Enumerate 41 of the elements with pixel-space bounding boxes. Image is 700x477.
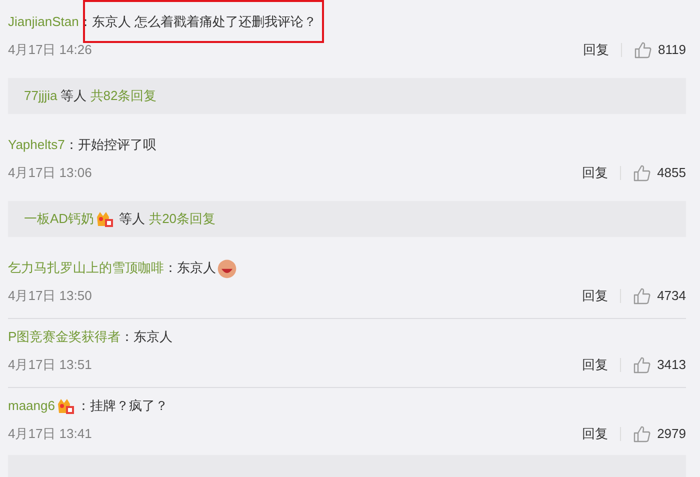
username-link[interactable]: Yaphelts7 (8, 135, 65, 155)
colon: ： (120, 328, 134, 346)
comment-text: 开始控评了呗 (78, 136, 156, 154)
username-link[interactable]: 77jjjia (24, 86, 58, 106)
like-count: 2979 (657, 425, 686, 444)
comment-time: 4月17日 14:26 (8, 41, 92, 60)
colon: ： (164, 259, 177, 278)
reply-link[interactable]: 回复 (582, 424, 608, 444)
username-link[interactable]: 一板AD钙奶 (24, 209, 94, 229)
like-icon[interactable] (633, 425, 652, 443)
comment-time: 4月17日 13:41 (8, 425, 92, 444)
username-link[interactable]: maang6 (8, 396, 55, 416)
colon: ： (64, 136, 78, 154)
reply-count-link[interactable]: 共20条回复 (149, 209, 216, 229)
username-link[interactable]: P图竞赛金奖获得者 (8, 327, 121, 347)
comment-time: 4月17日 13:51 (8, 356, 92, 374)
like-count: 8119 (658, 41, 686, 60)
reply-link[interactable]: 回复 (582, 355, 608, 375)
like-icon[interactable] (633, 356, 652, 374)
reply-count-link[interactable]: 共82条回复 (90, 86, 157, 106)
colon: ： (78, 13, 92, 32)
comment-time: 4月17日 13:06 (8, 164, 92, 182)
like-icon[interactable] (633, 164, 652, 182)
reply-users-suffix: 等人 (60, 87, 86, 106)
colon: ： (76, 397, 90, 416)
like-icon[interactable] (634, 41, 652, 59)
username-link[interactable]: JianjianStan (8, 12, 79, 32)
like-icon[interactable] (633, 287, 652, 305)
reply-link[interactable]: 回复 (582, 163, 608, 183)
username-link[interactable]: 乞力马扎罗山上的雪顶咖啡 (8, 258, 164, 278)
reply-link[interactable]: 回复 (583, 40, 610, 60)
comment-time: 4月17日 13:50 (8, 287, 92, 306)
like-count: 4855 (657, 164, 686, 182)
comment-text: 东京人 怎么着戳着痛处了还删我评论？ (92, 14, 316, 30)
reply-link[interactable]: 回复 (582, 286, 608, 306)
reply-users-suffix: 等人 (119, 210, 146, 228)
comment-text: 东京人 (177, 259, 216, 278)
like-count: 3413 (657, 356, 686, 374)
comment-text: 挂牌？疯了？ (90, 397, 168, 416)
comment-text: 东京人 (134, 328, 173, 346)
like-count: 4734 (657, 287, 686, 306)
